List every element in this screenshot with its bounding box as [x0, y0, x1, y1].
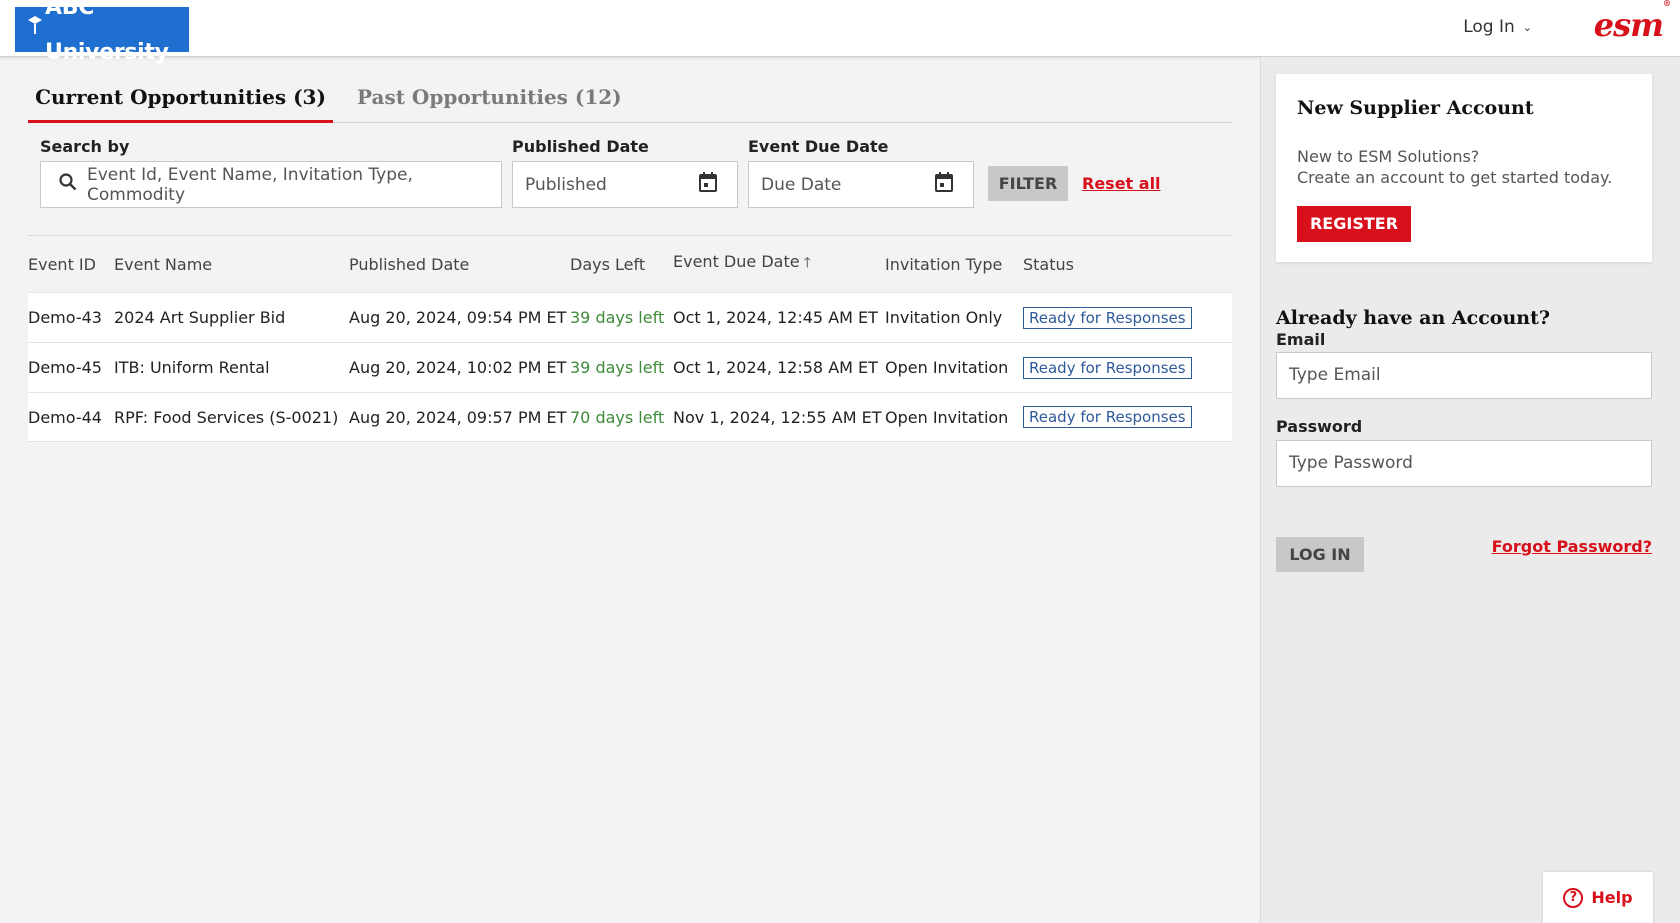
published-date-label: Published Date	[512, 137, 649, 156]
event-id: Demo-43	[28, 308, 102, 327]
days-left: 39 days left	[570, 358, 665, 377]
login-button[interactable]: LOG IN	[1276, 537, 1364, 572]
account-sidebar: New Supplier Account New to ESM Solution…	[1260, 57, 1680, 923]
table-row[interactable]: Demo-43 2024 Art Supplier Bid Aug 20, 20…	[28, 292, 1232, 342]
due-date-field[interactable]: Due Date	[748, 161, 974, 208]
table-row[interactable]: Demo-44 RPF: Food Services (S-0021) Aug …	[28, 392, 1232, 442]
invitation-type: Open Invitation	[885, 407, 1009, 427]
search-placeholder: Event Id, Event Name, Invitation Type, C…	[87, 164, 413, 205]
invitation-type: Invitation Only	[885, 308, 1003, 327]
forgot-password-link[interactable]: Forgot Password?	[1492, 537, 1652, 556]
login-title: Already have an Account?	[1276, 307, 1551, 329]
status-badge[interactable]: Ready for Responses	[1023, 356, 1192, 379]
new-account-line2: Create an account to get started today.	[1297, 168, 1613, 187]
column-header-sorted[interactable]: Event Due Date 🡑	[673, 252, 885, 276]
filter-button[interactable]: FILTER	[988, 166, 1068, 201]
event-due-date-label: Event Due Date	[748, 137, 889, 156]
register-button[interactable]: REGISTER	[1297, 206, 1411, 242]
column-header[interactable]: Published Date	[349, 255, 570, 274]
new-account-line1: New to ESM Solutions?	[1297, 147, 1480, 166]
login-menu[interactable]: Log In ⌄	[1463, 17, 1532, 37]
due-date-placeholder: Due Date	[761, 174, 842, 195]
event-due-date: Oct 1, 2024, 12:58 AM ET	[673, 358, 878, 377]
search-icon	[59, 173, 77, 196]
university-logo[interactable]: ABC University	[15, 0, 189, 65]
help-button[interactable]: ? Help	[1543, 872, 1653, 923]
tab-past-opportunities[interactable]: Past Opportunities (12)	[357, 77, 622, 123]
opportunities-table: Event ID Event Name Published Date Days …	[28, 235, 1232, 442]
help-icon: ?	[1563, 887, 1584, 908]
opportunity-tabs: Current Opportunities (3) Past Opportuni…	[28, 77, 1232, 123]
new-account-text: New to ESM Solutions? Create an account …	[1297, 146, 1612, 188]
event-name[interactable]: RPF: Food Services (S-0021)	[114, 408, 349, 427]
university-cap-icon	[27, 7, 43, 52]
new-account-title: New Supplier Account	[1297, 97, 1534, 119]
login-menu-label: Log In	[1463, 17, 1515, 37]
event-name[interactable]: 2024 Art Supplier Bid	[114, 308, 349, 327]
event-name[interactable]: ITB: Uniform Rental	[114, 358, 349, 377]
calendar-icon[interactable]	[935, 172, 953, 197]
search-label: Search by	[40, 137, 130, 156]
esm-logo: esm®	[1593, 0, 1671, 44]
password-label: Password	[1276, 417, 1363, 436]
status-badge[interactable]: Ready for Responses	[1023, 406, 1192, 428]
chevron-down-icon: ⌄	[1522, 20, 1532, 34]
sort-up-icon: 🡑	[803, 255, 811, 271]
column-header-label: Event Due Date	[673, 252, 800, 271]
event-due-date: Nov 1, 2024, 12:55 AM ET	[673, 407, 882, 427]
event-id: Demo-45	[28, 358, 102, 377]
invitation-type: Open Invitation	[885, 358, 1009, 377]
help-label: Help	[1591, 888, 1633, 907]
email-label: Email	[1276, 330, 1326, 349]
column-header[interactable]: Status	[1023, 255, 1223, 274]
days-left: 39 days left	[570, 308, 665, 327]
top-navbar: ABC University Log In ⌄ esm®	[0, 0, 1680, 65]
column-header[interactable]: Event Name	[114, 255, 349, 274]
column-header[interactable]: Days Left	[570, 255, 673, 274]
table-row[interactable]: Demo-45 ITB: Uniform Rental Aug 20, 2024…	[28, 342, 1232, 392]
published-date-placeholder: Published	[525, 174, 607, 195]
table-header: Event ID Event Name Published Date Days …	[28, 236, 1232, 292]
column-header[interactable]: Event ID	[28, 255, 114, 274]
published-date: Aug 20, 2024, 09:57 PM ET	[349, 407, 567, 427]
calendar-icon[interactable]	[699, 172, 717, 197]
published-date: Aug 20, 2024, 09:54 PM ET	[349, 308, 567, 327]
published-date: Aug 20, 2024, 10:02 PM ET	[349, 358, 567, 377]
password-field[interactable]: Type Password	[1276, 440, 1652, 487]
event-id: Demo-44	[28, 407, 102, 427]
days-left: 70 days left	[570, 407, 665, 427]
main-content: Current Opportunities (3) Past Opportuni…	[0, 57, 1260, 923]
column-header[interactable]: Invitation Type	[885, 255, 1023, 274]
published-date-field[interactable]: Published	[512, 161, 738, 208]
tab-current-opportunities[interactable]: Current Opportunities (3)	[28, 77, 333, 123]
search-input[interactable]: Event Id, Event Name, Invitation Type, C…	[40, 161, 502, 208]
status-badge[interactable]: Ready for Responses	[1023, 306, 1192, 329]
email-field[interactable]: Type Email	[1276, 352, 1652, 399]
event-due-date: Oct 1, 2024, 12:45 AM ET	[673, 308, 878, 327]
new-supplier-card: New Supplier Account New to ESM Solution…	[1276, 74, 1652, 262]
reset-all-link[interactable]: Reset all	[1082, 174, 1161, 193]
